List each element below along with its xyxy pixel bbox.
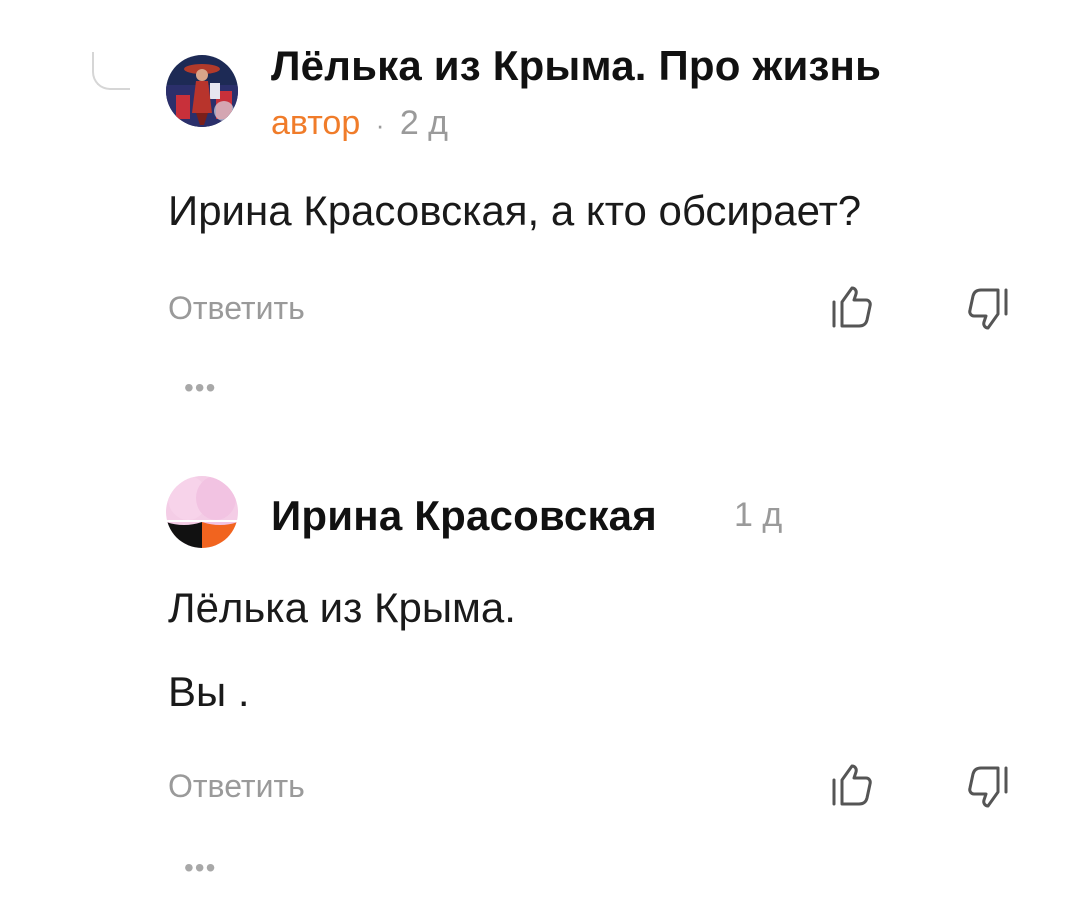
meta-separator: · [375, 110, 385, 140]
more-dots-icon: ••• [184, 372, 217, 403]
avatar-image [166, 476, 238, 548]
dislike-button[interactable] [964, 286, 1012, 334]
reply-button[interactable]: Ответить [168, 290, 305, 327]
more-options-button[interactable]: ••• [184, 372, 216, 404]
author-name[interactable]: Лёлька из Крыма. Про жизнь [271, 42, 881, 90]
author-name[interactable]: Ирина Красовская [271, 492, 657, 540]
comment-text: Лёлька из Крыма. [168, 584, 516, 631]
like-button[interactable] [828, 282, 876, 330]
thumbs-up-icon [832, 764, 872, 806]
comment-meta: автор · 2 д [271, 104, 448, 143]
dislike-button[interactable] [964, 764, 1012, 812]
like-button[interactable] [828, 760, 876, 808]
author-badge: автор [271, 104, 361, 142]
comment-text: Ирина Красовская, а кто обсирает? [168, 187, 862, 234]
more-options-button[interactable]: ••• [184, 852, 216, 884]
avatar[interactable] [166, 476, 238, 548]
thumbs-up-icon [832, 286, 872, 328]
more-dots-icon: ••• [184, 852, 217, 883]
reply-button[interactable]: Ответить [168, 768, 305, 805]
comment-timestamp: 2 д [399, 104, 449, 142]
comment-timestamp: 1 д [734, 496, 783, 534]
thumbs-down-icon [968, 766, 1008, 808]
reply-thread-line [92, 52, 130, 90]
thumbs-down-icon [968, 288, 1008, 330]
avatar-image [166, 55, 238, 127]
avatar[interactable] [166, 55, 238, 127]
comment-text: Вы . [168, 668, 250, 715]
